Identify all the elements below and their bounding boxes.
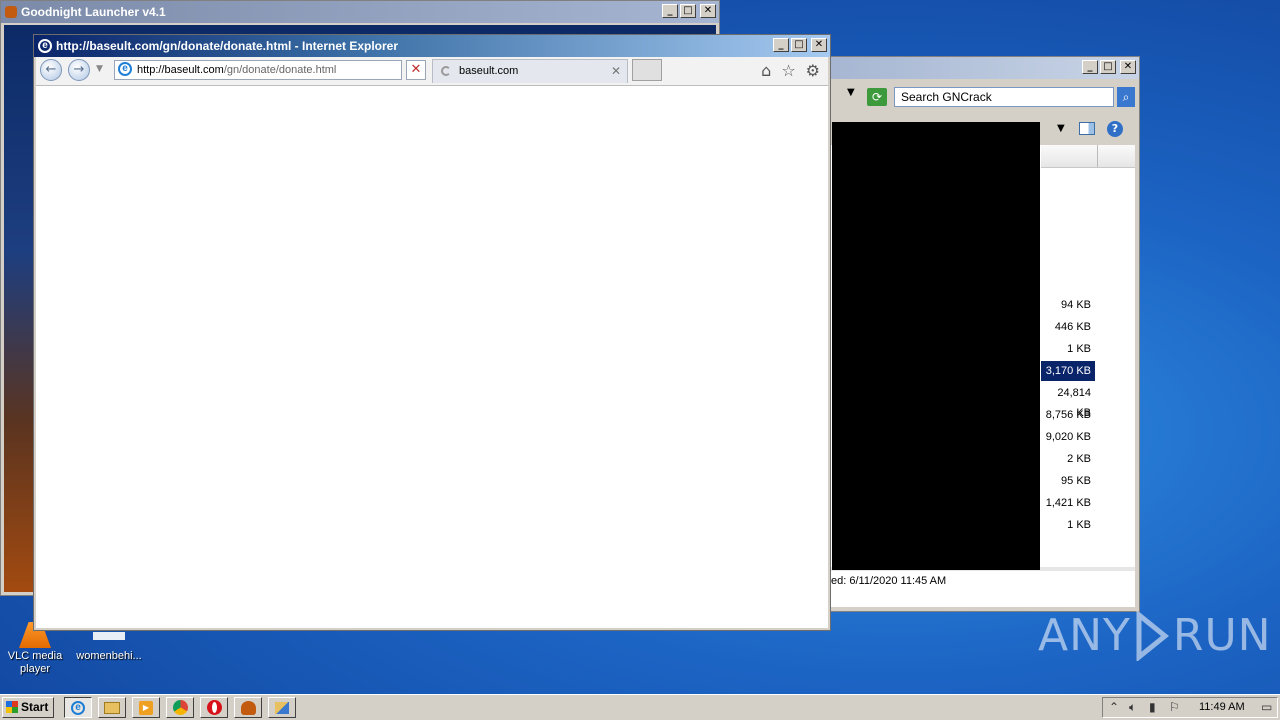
favorites-star-icon[interactable]: ☆ xyxy=(781,61,795,80)
page-content[interactable] xyxy=(36,86,828,628)
file-size-cell[interactable]: 94 KB xyxy=(1041,295,1095,315)
search-icon[interactable]: ⌕ xyxy=(1117,87,1135,107)
goodnight-title: Goodnight Launcher v4.1 xyxy=(21,5,166,19)
tab-label: baseult.com xyxy=(459,65,519,77)
refresh-button[interactable]: ⟳ xyxy=(867,88,887,106)
folder-icon xyxy=(104,701,120,714)
document-icon xyxy=(93,632,125,640)
goodnight-app-icon xyxy=(5,6,17,18)
watermark-left: ANY xyxy=(1038,610,1131,661)
stop-button[interactable]: ✕ xyxy=(406,60,426,80)
ie-window-title: http://baseult.com/gn/donate/donate.html… xyxy=(56,39,399,53)
help-icon[interactable]: ? xyxy=(1107,121,1123,137)
address-host: http://baseult.com xyxy=(137,64,224,76)
black-overlay-window xyxy=(832,122,1040,570)
address-bar[interactable]: e http://baseult.com/gn/donate/donate.ht… xyxy=(114,60,476,80)
taskbar-internet-explorer[interactable]: e xyxy=(64,697,92,718)
action-center-flag-icon[interactable]: ⚐ xyxy=(1169,700,1180,714)
close-button[interactable]: ✕ xyxy=(700,4,716,18)
minimize-button[interactable]: _ xyxy=(662,4,678,18)
chevron-down-icon[interactable]: ▼ xyxy=(96,64,103,74)
taskbar-media-player[interactable]: ▶ xyxy=(132,697,160,718)
close-button[interactable]: ✕ xyxy=(811,38,827,52)
desktop-icon-label: VLC media player xyxy=(7,650,63,675)
preview-pane-icon[interactable] xyxy=(1079,122,1095,135)
file-size-cell[interactable]: 446 KB xyxy=(1041,317,1095,337)
back-button[interactable]: ← xyxy=(40,59,62,81)
maximize-button[interactable]: □ xyxy=(680,4,696,18)
minimize-button[interactable]: _ xyxy=(1082,60,1098,74)
file-size-cell[interactable]: 95 KB xyxy=(1041,471,1095,491)
taskbar-network-app[interactable] xyxy=(268,697,296,718)
show-desktop-icon[interactable]: ▭ xyxy=(1261,700,1272,714)
chrome-icon xyxy=(172,700,188,715)
file-size-cell[interactable]: 8,756 KB xyxy=(1041,405,1095,425)
media-player-icon: ▶ xyxy=(139,700,153,715)
explorer-address-toolbar: ▼ ⟳ Search GNCrack ⌕ xyxy=(827,81,1139,111)
show-hidden-icons-chevron-icon[interactable]: ⌃ xyxy=(1109,700,1119,714)
windows-flag-icon xyxy=(6,701,18,713)
search-input[interactable]: Search GNCrack xyxy=(894,87,1114,107)
loading-spinner-icon xyxy=(441,66,451,76)
ie-title-bar[interactable]: e http://baseult.com/gn/donate/donate.ht… xyxy=(34,35,830,57)
taskbar-opera[interactable] xyxy=(200,697,228,718)
file-size-cell[interactable]: 1 KB xyxy=(1041,515,1095,535)
start-button[interactable]: Start xyxy=(2,697,54,718)
chevron-down-icon[interactable]: ▼ xyxy=(847,87,855,98)
play-icon xyxy=(1136,610,1169,661)
close-button[interactable]: ✕ xyxy=(1120,60,1136,74)
taskbar-explorer[interactable] xyxy=(98,697,126,718)
minimize-button[interactable]: _ xyxy=(773,38,789,52)
opera-icon xyxy=(206,700,222,715)
file-size-cell[interactable]: 1 KB xyxy=(1041,339,1095,359)
goodnight-app-icon xyxy=(240,700,256,715)
maximize-button[interactable]: □ xyxy=(1100,60,1116,74)
taskbar-clock[interactable]: 11:49 AM xyxy=(1199,701,1245,713)
address-path: /gn/donate/donate.html xyxy=(223,64,337,76)
power-icon[interactable]: ▮ xyxy=(1149,700,1156,714)
taskbar-goodnight[interactable] xyxy=(234,697,262,718)
network-icon xyxy=(275,701,289,714)
volume-icon[interactable]: 🔈︎ xyxy=(1129,700,1136,715)
browser-tab[interactable]: baseult.com ✕ xyxy=(432,59,628,83)
file-size-cell[interactable]: 1,421 KB xyxy=(1041,493,1095,513)
file-size-cell[interactable]: 24,814 KB xyxy=(1041,383,1095,419)
goodnight-title-bar[interactable]: Goodnight Launcher v4.1 xyxy=(1,1,719,23)
chevron-down-icon[interactable]: ▼ xyxy=(1057,123,1065,134)
forward-button[interactable]: → xyxy=(68,59,90,81)
internet-explorer-icon: e xyxy=(118,62,132,76)
gear-icon[interactable]: ⚙ xyxy=(806,61,820,80)
start-label: Start xyxy=(21,700,49,714)
column-header-size[interactable] xyxy=(1041,145,1135,168)
date-modified-text: ed: 6/11/2020 11:45 AM xyxy=(831,575,947,587)
maximize-button[interactable]: □ xyxy=(791,38,807,52)
internet-explorer-window: e http://baseult.com/gn/donate/donate.ht… xyxy=(33,34,831,631)
internet-explorer-icon: e xyxy=(38,39,52,53)
home-icon[interactable]: ⌂ xyxy=(761,61,771,80)
system-tray: ⌃ 🔈︎ ▮ ⚐ 11:49 AM ▭ xyxy=(1102,697,1278,718)
taskbar-chrome[interactable] xyxy=(166,697,194,718)
new-tab-button[interactable] xyxy=(632,59,662,81)
file-size-cell[interactable]: 2 KB xyxy=(1041,449,1095,469)
file-size-cell[interactable]: 9,020 KB xyxy=(1041,427,1095,447)
taskbar: Start e ▶ ⌃ 🔈︎ ▮ ⚐ 11:49 AM ▭ xyxy=(0,694,1280,720)
desktop-icon-label: womenbehi... xyxy=(76,650,142,662)
details-pane: ed: 6/11/2020 11:45 AM xyxy=(831,571,1135,607)
file-size-cell[interactable]: 3,170 KB xyxy=(1041,361,1095,381)
close-tab-icon[interactable]: ✕ xyxy=(611,60,621,82)
anyrun-watermark: ANY RUN xyxy=(1038,610,1272,661)
internet-explorer-icon: e xyxy=(71,700,85,715)
watermark-right: RUN xyxy=(1172,610,1272,661)
ie-navigation-bar: ← → ▼ e http://baseult.com/gn/donate/don… xyxy=(36,57,828,86)
